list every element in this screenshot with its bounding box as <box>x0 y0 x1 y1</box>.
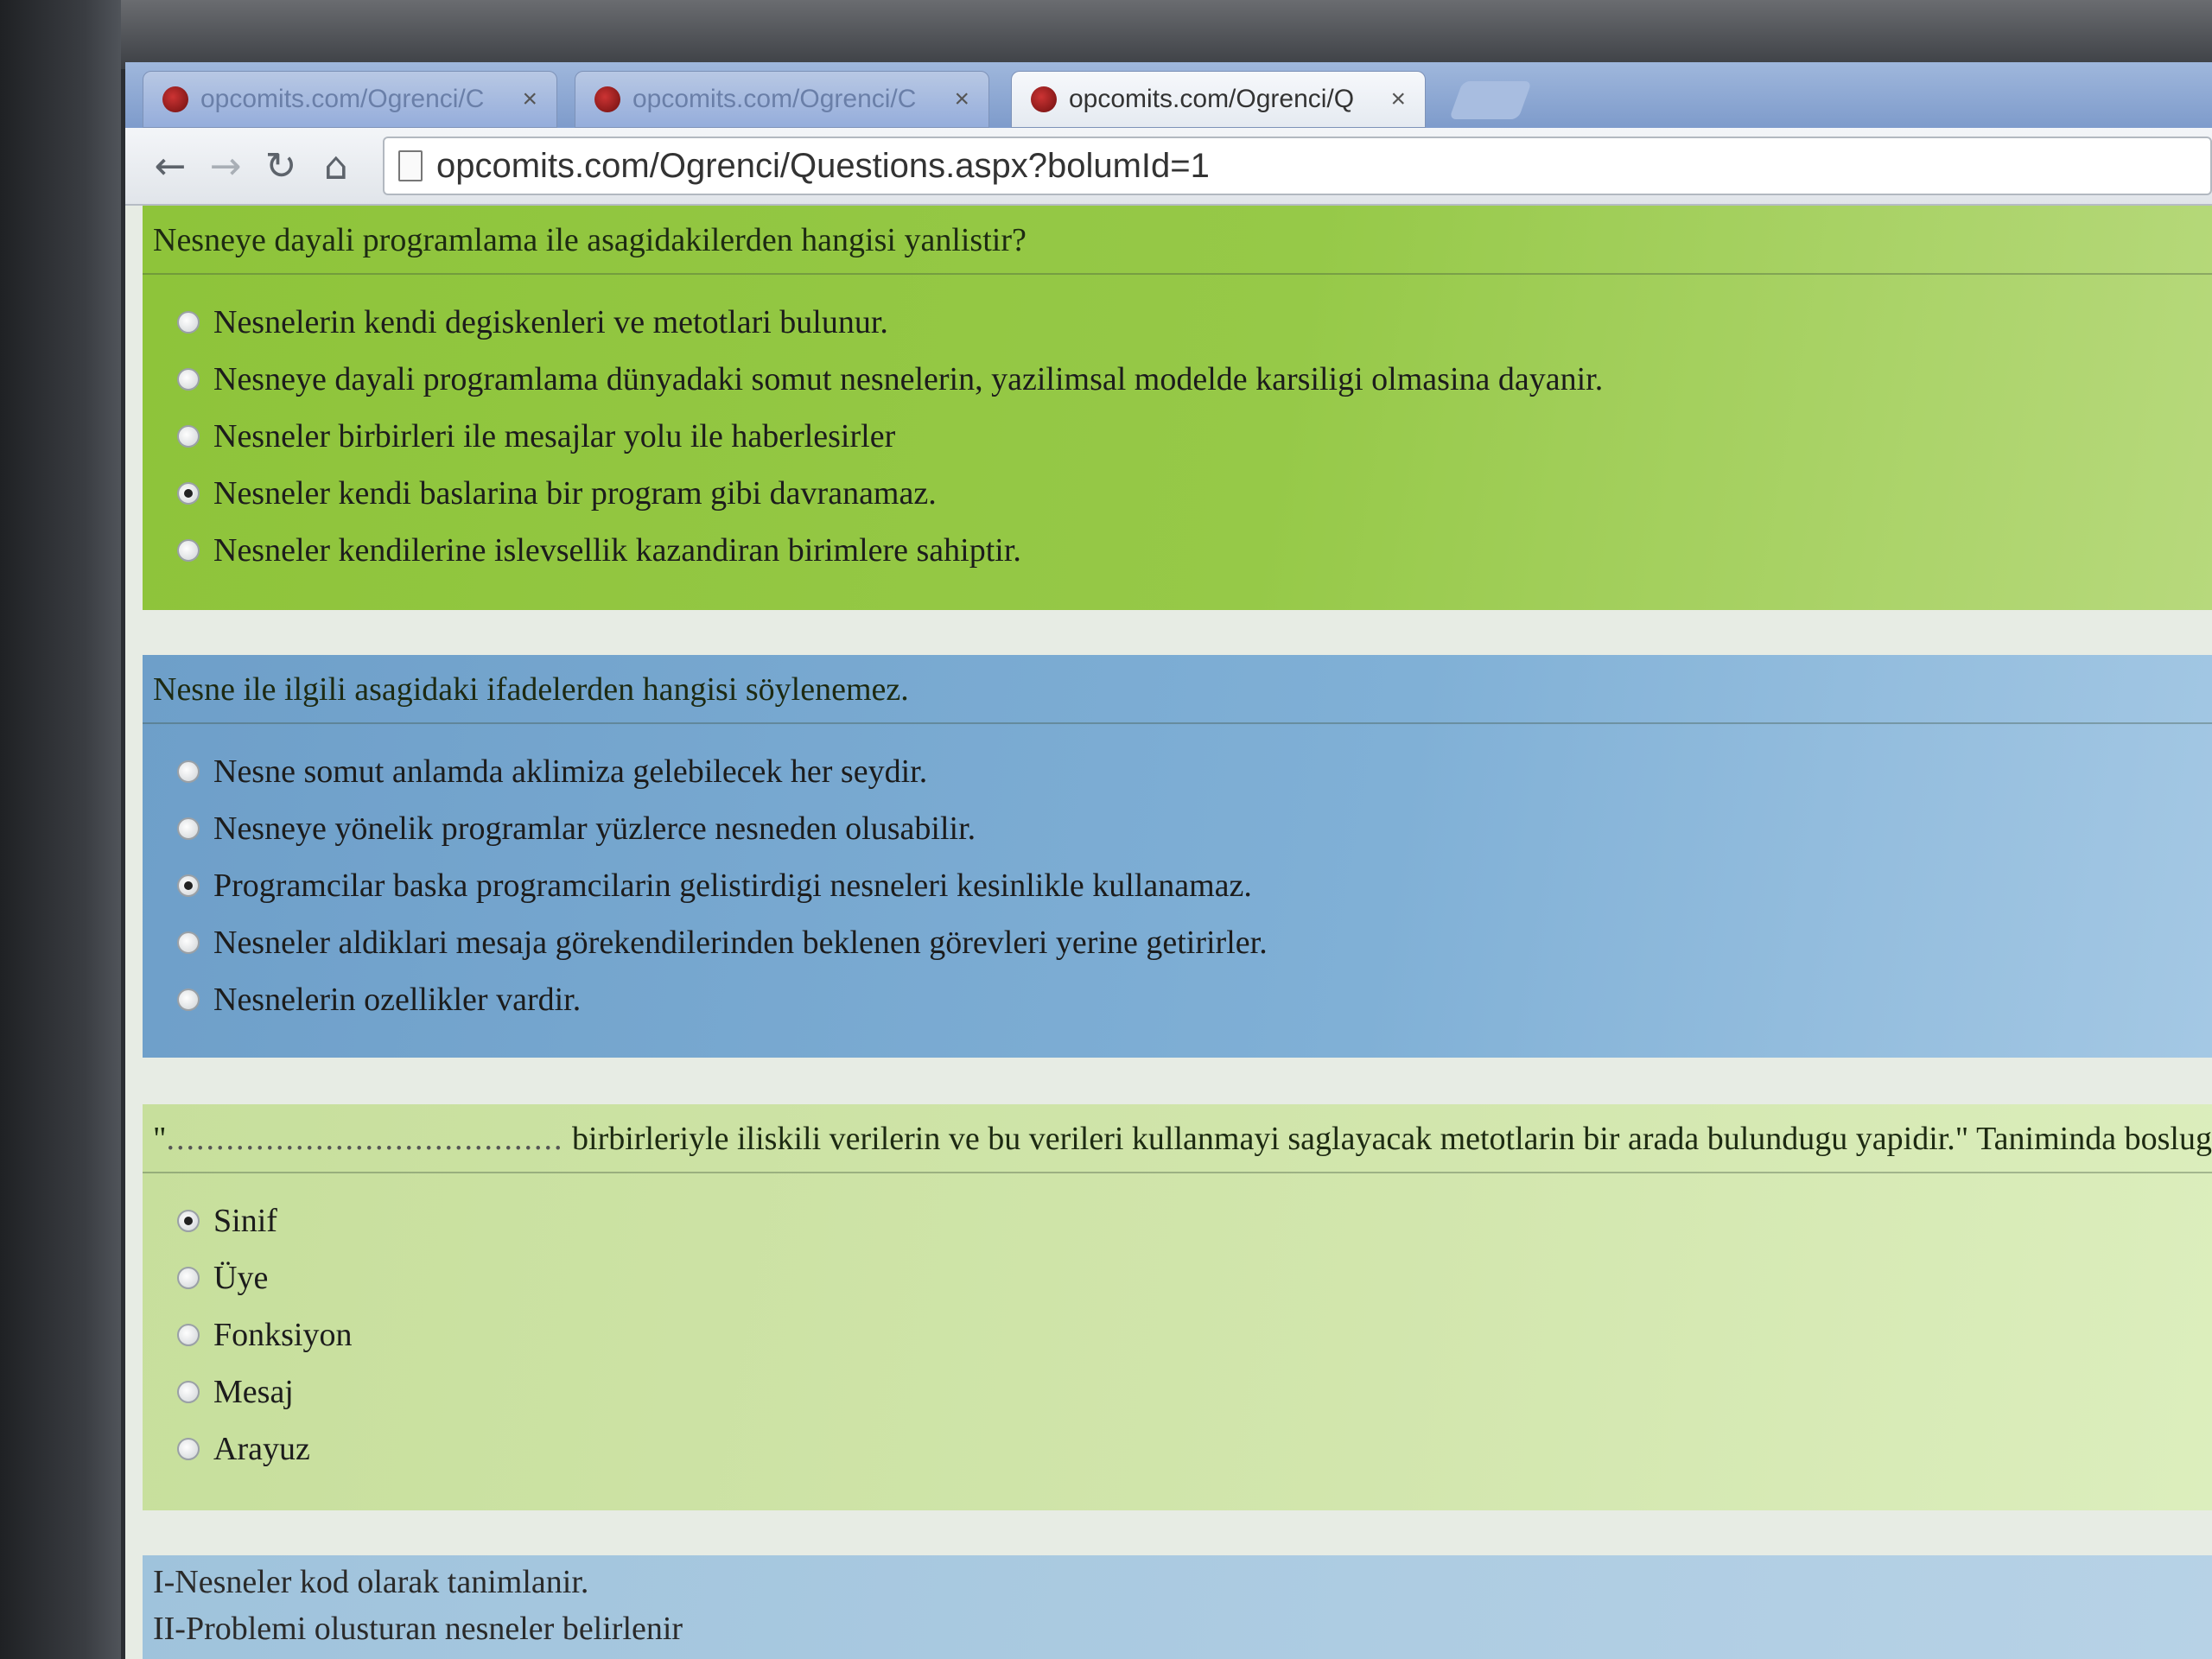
radio-button[interactable] <box>177 817 200 840</box>
site-favicon-icon <box>162 86 188 112</box>
option-label: Mesaj <box>213 1374 294 1410</box>
option-label: Nesneler aldiklari mesaja görekendilerin… <box>213 925 1268 961</box>
statement-line: II-Problemi olusturan nesneler belirleni… <box>153 1611 683 1647</box>
page-content: Nesneye dayali programlama ile asagidaki… <box>125 206 2212 1659</box>
browser-window: opcomits.com/Ogrenci/C × opcomits.com/Og… <box>125 62 2212 1659</box>
answer-option[interactable]: Nesneler kendilerine islevsellik kazandi… <box>177 522 2212 579</box>
radio-button-selected[interactable] <box>177 1210 200 1232</box>
question-text: ".......................................… <box>143 1104 2212 1173</box>
radio-button[interactable] <box>177 1267 200 1289</box>
question-text: Nesne ile ilgili asagidaki ifadelerden h… <box>143 655 2212 724</box>
radio-button[interactable] <box>177 1381 200 1403</box>
tab-strip: opcomits.com/Ogrenci/C × opcomits.com/Og… <box>125 62 2212 128</box>
option-label: Nesnelerin kendi degiskenleri ve metotla… <box>213 304 888 340</box>
question-text: Nesneye dayali programlama ile asagidaki… <box>143 206 2212 275</box>
answer-option[interactable]: Nesnelerin ozellikler vardir. <box>177 971 2212 1028</box>
option-label: Nesneye yönelik programlar yüzlerce nesn… <box>213 810 976 847</box>
radio-button-selected[interactable] <box>177 874 200 897</box>
answer-option[interactable]: Mesaj <box>177 1363 2212 1421</box>
option-label: Arayuz <box>213 1431 310 1467</box>
address-bar[interactable]: opcomits.com/Ogrenci/Questions.aspx?bolu… <box>383 137 2212 195</box>
option-label: Nesneye dayali programlama dünyadaki som… <box>213 361 1604 397</box>
monitor-bezel-left <box>0 0 121 1659</box>
option-label: Fonksiyon <box>213 1317 353 1353</box>
site-favicon-icon <box>594 86 620 112</box>
page-icon <box>398 150 423 181</box>
browser-toolbar: ← → ↻ ⌂ opcomits.com/Ogrenci/Questions.a… <box>125 128 2212 206</box>
reload-icon[interactable]: ↻ <box>253 138 308 194</box>
answer-option[interactable]: Arayuz <box>177 1421 2212 1478</box>
new-tab-button[interactable] <box>1448 81 1533 119</box>
answer-option[interactable]: Nesne somut anlamda aklimiza gelebilecek… <box>177 743 2212 800</box>
home-icon[interactable]: ⌂ <box>308 138 364 194</box>
radio-button[interactable] <box>177 1438 200 1460</box>
close-tab-icon[interactable]: × <box>954 85 969 114</box>
answer-option[interactable]: Nesneye yönelik programlar yüzlerce nesn… <box>177 800 2212 857</box>
close-tab-icon[interactable]: × <box>1390 85 1406 114</box>
back-arrow-icon[interactable]: ← <box>143 138 198 194</box>
question-block-3: ".......................................… <box>143 1104 2212 1510</box>
answer-option[interactable]: Sinif <box>177 1192 2212 1249</box>
quote-mark: " <box>153 1121 167 1157</box>
radio-button[interactable] <box>177 988 200 1011</box>
browser-tab-2[interactable]: opcomits.com/Ogrenci/C × <box>575 71 989 128</box>
close-tab-icon[interactable]: × <box>522 85 537 114</box>
answer-option[interactable]: Nesneler aldiklari mesaja görekendilerin… <box>177 914 2212 971</box>
option-label: Nesneler kendi baslarina bir program gib… <box>213 475 937 512</box>
radio-button[interactable] <box>177 931 200 954</box>
site-favicon-icon <box>1031 86 1057 112</box>
radio-button[interactable] <box>177 539 200 562</box>
answer-option[interactable]: Nesneye dayali programlama dünyadaki som… <box>177 351 2212 408</box>
question-block-1: Nesneye dayali programlama ile asagidaki… <box>143 206 2212 610</box>
option-label: Sinif <box>213 1203 277 1239</box>
answer-option[interactable]: Fonksiyon <box>177 1306 2212 1363</box>
question-sentence: birbirleriyle iliskili verilerin ve bu v… <box>563 1121 2212 1157</box>
browser-tab-3-active[interactable]: opcomits.com/Ogrenci/Q × <box>1011 71 1426 128</box>
radio-button[interactable] <box>177 425 200 448</box>
statement-line: I-Nesneler kod olarak tanimlanir. <box>153 1564 589 1600</box>
option-label: Programcilar baska programcilarin gelist… <box>213 868 1252 904</box>
answer-option[interactable]: Üye <box>177 1249 2212 1306</box>
tab-title: opcomits.com/Ogrenci/C <box>200 85 485 113</box>
tab-title: opcomits.com/Ogrenci/C <box>632 85 917 113</box>
option-label: Nesnelerin ozellikler vardir. <box>213 982 582 1018</box>
radio-button[interactable] <box>177 368 200 391</box>
option-label: Üye <box>213 1260 269 1296</box>
answer-option[interactable]: Nesnelerin kendi degiskenleri ve metotla… <box>177 294 2212 351</box>
answer-option[interactable]: Nesneler birbirleri ile mesajlar yolu il… <box>177 408 2212 465</box>
answer-option[interactable]: Programcilar baska programcilarin gelist… <box>177 857 2212 914</box>
tab-title: opcomits.com/Ogrenci/Q <box>1069 85 1355 113</box>
blank-dots: ........................................ <box>166 1121 564 1157</box>
radio-button-selected[interactable] <box>177 482 200 505</box>
answer-option[interactable]: Nesneler kendi baslarina bir program gib… <box>177 465 2212 522</box>
address-url: opcomits.com/Ogrenci/Questions.aspx?bolu… <box>436 146 1210 185</box>
radio-button[interactable] <box>177 1324 200 1346</box>
question-block-4: I-Nesneler kod olarak tanimlanir. II-Pro… <box>143 1555 2212 1659</box>
browser-tab-1[interactable]: opcomits.com/Ogrenci/C × <box>143 71 557 128</box>
option-label: Nesneler kendilerine islevsellik kazandi… <box>213 532 1021 569</box>
question-block-2: Nesne ile ilgili asagidaki ifadelerden h… <box>143 655 2212 1058</box>
radio-button[interactable] <box>177 760 200 783</box>
option-label: Nesne somut anlamda aklimiza gelebilecek… <box>213 753 928 790</box>
radio-button[interactable] <box>177 311 200 334</box>
option-label: Nesneler birbirleri ile mesajlar yolu il… <box>213 418 896 454</box>
monitor-bezel-top <box>0 0 2212 69</box>
forward-arrow-icon[interactable]: → <box>198 138 253 194</box>
